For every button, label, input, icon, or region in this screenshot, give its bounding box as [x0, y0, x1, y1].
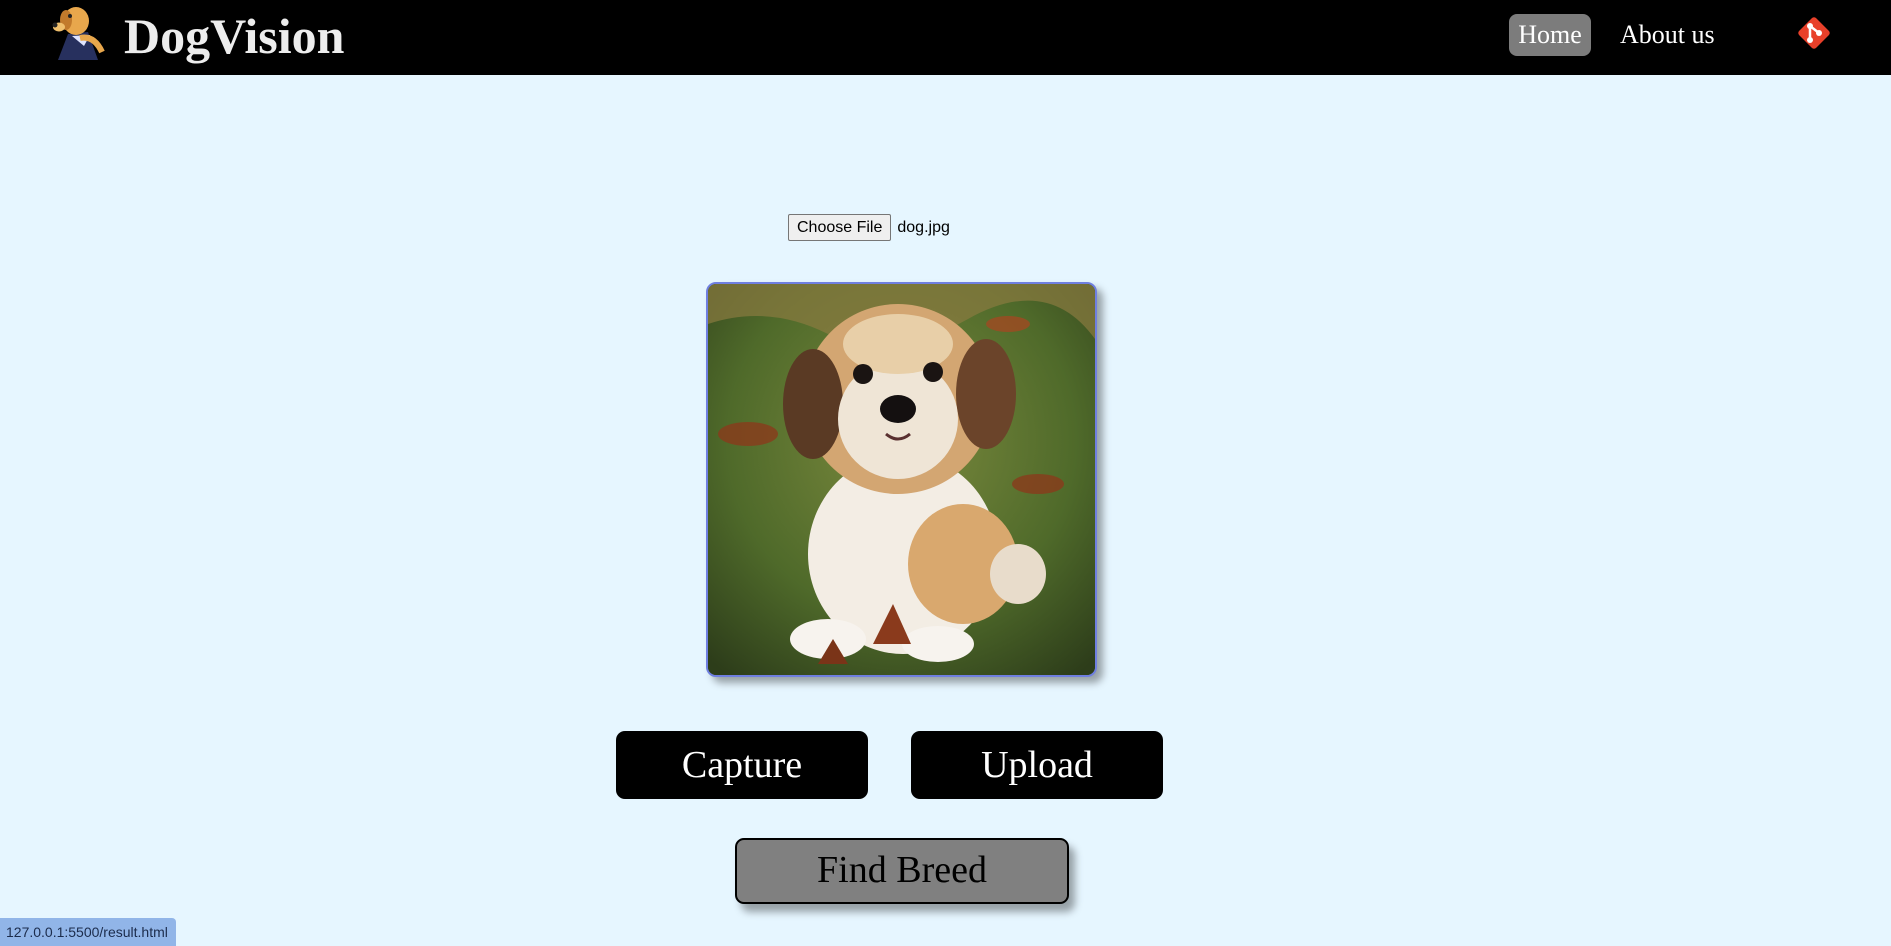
upload-button[interactable]: Upload: [911, 731, 1163, 799]
dog-mascot-icon[interactable]: [50, 2, 116, 62]
capture-button[interactable]: Capture: [616, 731, 868, 799]
status-bar-url: 127.0.0.1:5500/result.html: [0, 918, 176, 946]
selected-file-name: dog.jpg: [897, 218, 950, 236]
dog-image-preview: [706, 282, 1097, 677]
brand-title[interactable]: DogVision: [124, 6, 344, 66]
puppy-photo: [708, 284, 1095, 675]
nav-link-about-us[interactable]: About us: [1610, 14, 1725, 56]
git-icon[interactable]: [1794, 13, 1834, 53]
file-input: Choose File dog.jpg: [788, 214, 950, 241]
choose-file-button[interactable]: Choose File: [788, 214, 892, 241]
nav-link-home[interactable]: Home: [1509, 14, 1591, 56]
find-breed-button[interactable]: Find Breed: [735, 838, 1069, 904]
top-navbar: DogVision Home About us: [0, 0, 1891, 75]
